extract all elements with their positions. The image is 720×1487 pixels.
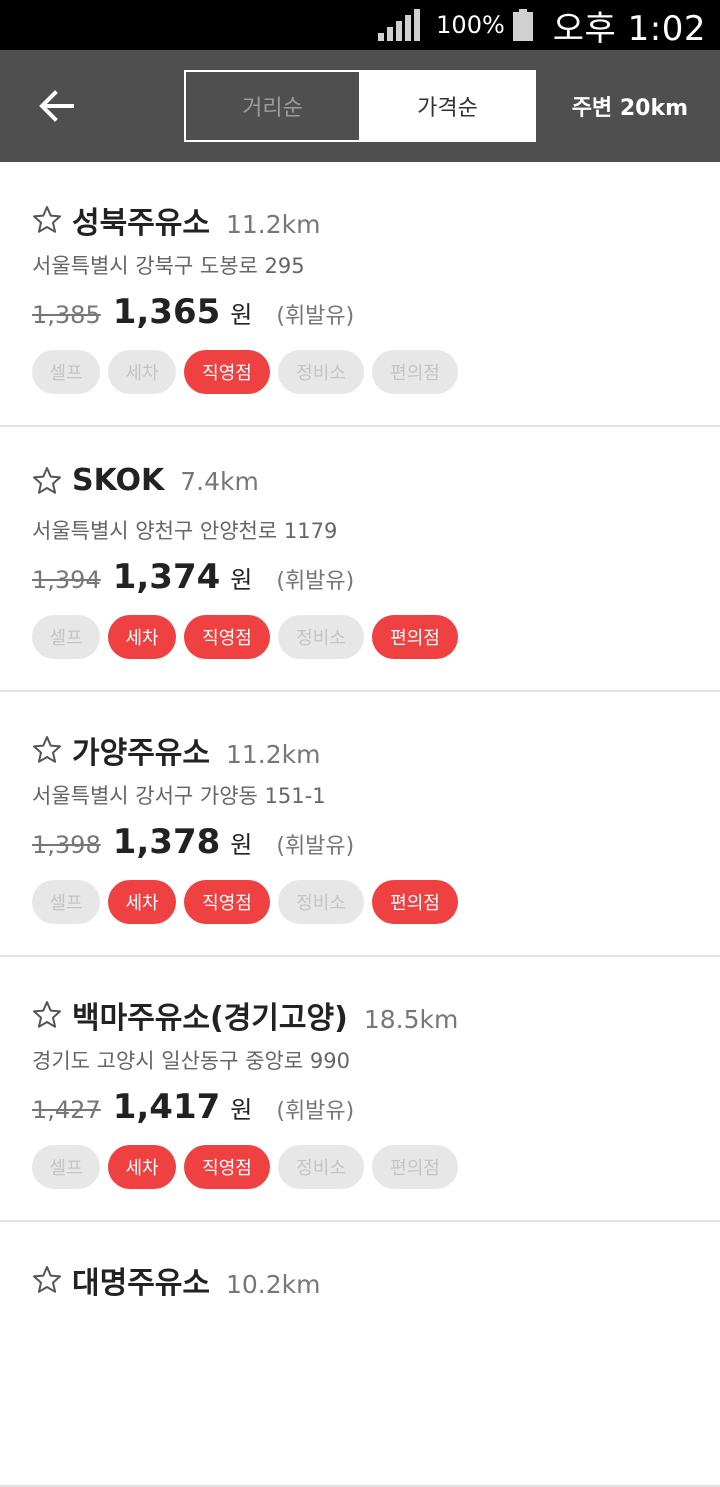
station-item[interactable]: 성북주유소 11.2km 서울특별시 강북구 도봉로 295 1,385 1,3… xyxy=(0,162,720,427)
feature-tag: 셀프 xyxy=(32,615,100,659)
star-icon[interactable] xyxy=(32,1000,62,1030)
station-name: 백마주유소(경기고양) xyxy=(72,1001,348,1036)
station-address: 경기도 고양시 일산동구 중앙로 990 xyxy=(32,1049,350,1073)
feature-tag: 직영점 xyxy=(184,1145,270,1189)
station-name: SKOK xyxy=(72,463,165,498)
feature-tag: 세차 xyxy=(108,1145,176,1189)
feature-tag: 편의점 xyxy=(372,615,458,659)
arrow-left-icon xyxy=(39,90,74,122)
fuel-type: (휘발유) xyxy=(276,834,355,859)
feature-tags: 셀프 세차 직영점 정비소 편의점 xyxy=(32,615,458,659)
price-row: 1,398 1,378 원 (휘발유) xyxy=(32,822,354,862)
station-distance: 7.4km xyxy=(180,467,259,496)
station-title-row: 백마주유소(경기고양) 18.5km xyxy=(32,993,458,1037)
current-price: 1,417 xyxy=(112,1087,221,1127)
feature-tags: 셀프 세차 직영점 정비소 편의점 xyxy=(32,350,458,394)
sort-tabs: 거리순 가격순 xyxy=(184,70,536,142)
old-price: 1,398 xyxy=(32,831,101,859)
station-title-row: 대명주유소 10.2km xyxy=(32,1258,321,1302)
star-icon[interactable] xyxy=(32,205,62,235)
price-row: 1,385 1,365 원 (휘발유) xyxy=(32,292,354,332)
feature-tag: 편의점 xyxy=(372,880,458,924)
star-icon[interactable] xyxy=(32,1265,62,1295)
radius-filter[interactable]: 주변 20km xyxy=(572,50,688,162)
back-button[interactable] xyxy=(24,74,88,138)
feature-tag: 세차 xyxy=(108,880,176,924)
feature-tag: 셀프 xyxy=(32,350,100,394)
feature-tag: 직영점 xyxy=(184,615,270,659)
price-unit: 원 xyxy=(230,1096,253,1124)
station-distance: 11.2km xyxy=(226,210,321,239)
price-row: 1,394 1,374 원 (휘발유) xyxy=(32,557,354,597)
station-title-row: 가양주유소 11.2km xyxy=(32,728,321,772)
signal-icon xyxy=(378,9,421,41)
old-price: 1,385 xyxy=(32,301,101,329)
feature-tag: 직영점 xyxy=(184,880,270,924)
fuel-type: (휘발유) xyxy=(276,304,355,329)
station-distance: 18.5km xyxy=(363,1005,459,1034)
price-unit: 원 xyxy=(230,301,253,329)
current-price: 1,374 xyxy=(112,557,221,597)
clock: 오후 1:02 xyxy=(552,8,706,49)
fuel-type: (휘발유) xyxy=(276,1099,355,1124)
station-item[interactable]: SKOK 7.4km 서울특별시 양천구 안양천로 1179 1,394 1,3… xyxy=(0,427,720,692)
tab-price-sort[interactable]: 가격순 xyxy=(361,72,534,140)
station-item[interactable]: 대명주유소 10.2km xyxy=(0,1222,720,1487)
feature-tag: 셀프 xyxy=(32,1145,100,1189)
star-icon[interactable] xyxy=(32,735,62,765)
status-bar: 100% 오후 1:02 xyxy=(0,0,720,50)
old-price: 1,427 xyxy=(32,1096,101,1124)
feature-tag: 정비소 xyxy=(278,880,364,924)
feature-tag: 셀프 xyxy=(32,880,100,924)
feature-tag: 정비소 xyxy=(278,615,364,659)
station-address: 서울특별시 강서구 가양동 151-1 xyxy=(32,784,326,808)
station-name: 가양주유소 xyxy=(72,736,210,771)
station-distance: 10.2km xyxy=(226,1270,321,1299)
station-title-row: 성북주유소 11.2km xyxy=(32,198,321,242)
current-price: 1,365 xyxy=(112,292,221,332)
station-name: 대명주유소 xyxy=(72,1266,210,1301)
station-title-row: SKOK 7.4km xyxy=(32,463,259,498)
price-row: 1,427 1,417 원 (휘발유) xyxy=(32,1087,354,1127)
battery-icon xyxy=(512,9,533,41)
station-address: 서울특별시 강북구 도봉로 295 xyxy=(32,254,305,278)
feature-tag: 세차 xyxy=(108,350,176,394)
station-name: 성북주유소 xyxy=(72,206,210,241)
price-unit: 원 xyxy=(230,566,253,594)
station-distance: 11.2km xyxy=(226,740,321,769)
station-address: 서울특별시 양천구 안양천로 1179 xyxy=(32,519,338,543)
tab-distance-sort[interactable]: 거리순 xyxy=(186,72,361,140)
feature-tags: 셀프 세차 직영점 정비소 편의점 xyxy=(32,880,458,924)
star-icon[interactable] xyxy=(32,466,62,496)
feature-tag: 편의점 xyxy=(372,1145,458,1189)
station-item[interactable]: 백마주유소(경기고양) 18.5km 경기도 고양시 일산동구 중앙로 990 … xyxy=(0,957,720,1222)
feature-tags: 셀프 세차 직영점 정비소 편의점 xyxy=(32,1145,458,1189)
feature-tag: 정비소 xyxy=(278,1145,364,1189)
old-price: 1,394 xyxy=(32,566,101,594)
feature-tag: 세차 xyxy=(108,615,176,659)
app-header: 거리순 가격순 주변 20km xyxy=(0,50,720,162)
current-price: 1,378 xyxy=(112,822,221,862)
feature-tag: 편의점 xyxy=(372,350,458,394)
fuel-type: (휘발유) xyxy=(276,569,355,594)
feature-tag: 직영점 xyxy=(184,350,270,394)
station-item[interactable]: 가양주유소 11.2km 서울특별시 강서구 가양동 151-1 1,398 1… xyxy=(0,692,720,957)
feature-tag: 정비소 xyxy=(278,350,364,394)
station-list: 성북주유소 11.2km 서울특별시 강북구 도봉로 295 1,385 1,3… xyxy=(0,162,720,1487)
battery-percent: 100% xyxy=(436,11,505,39)
price-unit: 원 xyxy=(230,831,253,859)
